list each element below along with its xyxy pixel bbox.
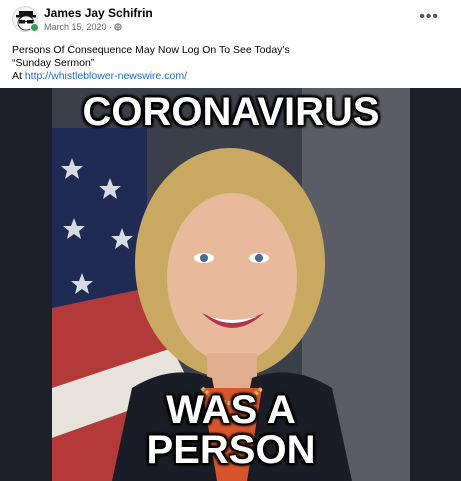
avatar[interactable]: [12, 6, 39, 32]
post-text-line-3: At http://whistleblower-newswire.com/: [12, 70, 442, 83]
post-header: James Jay Schifrin March 15, 2020 · •••: [0, 0, 461, 40]
globe-icon: [114, 23, 122, 31]
post-text-line-1: Persons Of Consequence May Now Log On To…: [12, 44, 290, 56]
post-text: Persons Of Consequence May Now Log On To…: [12, 44, 442, 83]
meme-photo: CORONAVIRUS WAS A PERSON: [52, 88, 410, 481]
online-status-dot: [30, 23, 39, 32]
meme-caption-bottom-1: WAS A: [166, 388, 296, 432]
author-name[interactable]: James Jay Schifrin: [44, 6, 153, 20]
more-options-button[interactable]: •••: [419, 8, 439, 26]
post-date[interactable]: March 15, 2020 ·: [44, 22, 112, 32]
facebook-post: James Jay Schifrin March 15, 2020 · ••• …: [0, 0, 461, 481]
post-meta: March 15, 2020 ·: [44, 22, 122, 32]
post-text-line-2: “Sunday Sermon”: [12, 57, 95, 69]
post-link[interactable]: http://whistleblower-newswire.com/: [25, 70, 187, 82]
post-text-at: At: [12, 70, 25, 82]
meme-caption-bottom-2: PERSON: [146, 428, 316, 472]
post-image[interactable]: CORONAVIRUS WAS A PERSON: [0, 88, 461, 481]
meme-caption-top: CORONAVIRUS: [82, 90, 380, 134]
